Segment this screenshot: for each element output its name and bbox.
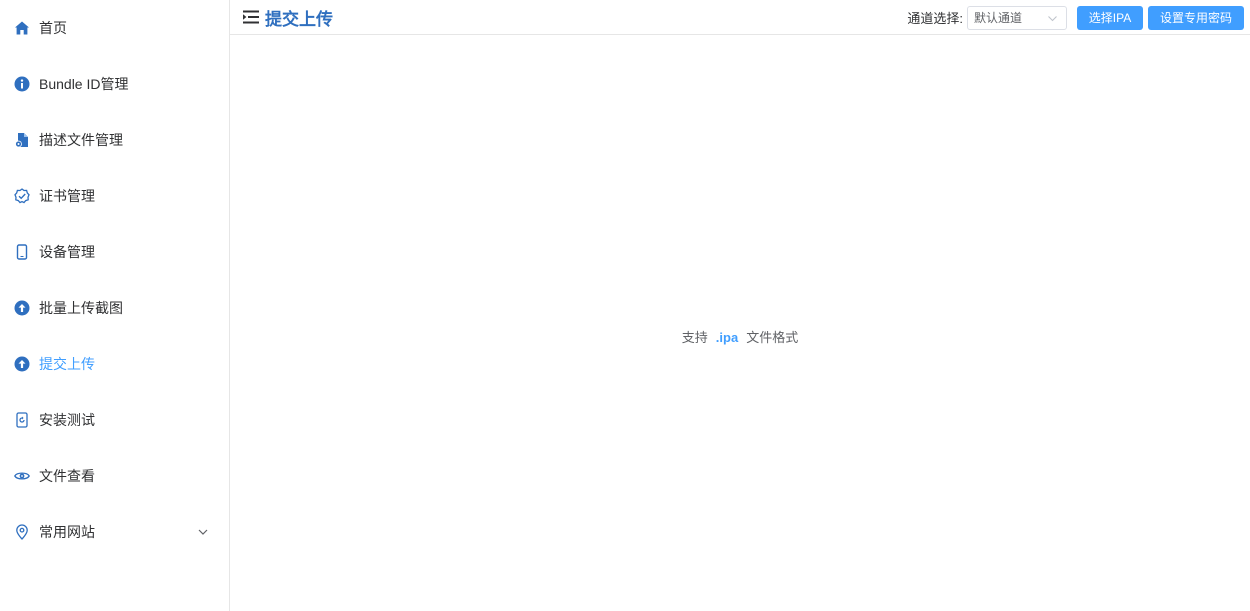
sidebar-item-device[interactable]: 设备管理: [0, 224, 229, 280]
page-title: 提交上传: [265, 9, 333, 29]
sidebar-item-label: 描述文件管理: [39, 132, 123, 148]
location-icon: [14, 524, 30, 540]
sidebar-item-label: Bundle ID管理: [39, 76, 129, 92]
view-icon: [14, 468, 30, 484]
sidebar-item-submit-upload[interactable]: 提交上传: [0, 336, 229, 392]
channel-select-value: 默认通道: [974, 11, 1023, 25]
home-icon: [14, 20, 30, 36]
main-content: 支持 .ipa 文件格式: [230, 35, 1250, 611]
support-extension: .ipa: [715, 330, 739, 345]
sidebar-item-label: 文件查看: [39, 468, 95, 484]
sidebar-item-common-sites[interactable]: 常用网站: [0, 504, 229, 560]
chevron-down-icon[interactable]: [197, 526, 209, 538]
upload-circle-icon: [14, 356, 30, 372]
support-suffix: 文件格式: [746, 330, 799, 345]
set-password-button[interactable]: 设置专用密码: [1148, 5, 1244, 30]
sidebar-item-certificate[interactable]: 证书管理: [0, 168, 229, 224]
sidebar-item-label: 常用网站: [39, 524, 95, 540]
support-prefix: 支持: [681, 330, 708, 345]
sidebar-item-label: 批量上传截图: [39, 300, 123, 316]
select-ipa-button[interactable]: 选择IPA: [1077, 5, 1143, 30]
sidebar: 首页 Bundle ID管理 描述文件管理 证书管理 设备管理 批量上传截图 提…: [0, 0, 230, 611]
sidebar-item-file-view[interactable]: 文件查看: [0, 448, 229, 504]
sidebar-item-batch-screenshot[interactable]: 批量上传截图: [0, 280, 229, 336]
sidebar-item-label: 提交上传: [39, 356, 95, 372]
document-gear-icon: [14, 132, 30, 148]
phone-icon: [14, 244, 30, 260]
sidebar-item-label: 首页: [39, 20, 67, 36]
sidebar-item-bundle-id[interactable]: Bundle ID管理: [0, 56, 229, 112]
app-window: 首页 Bundle ID管理 描述文件管理 证书管理 设备管理 批量上传截图 提…: [0, 0, 1250, 611]
menu-collapse-icon[interactable]: [242, 9, 260, 25]
sidebar-item-install-test[interactable]: 安装测试: [0, 392, 229, 448]
install-icon: [14, 412, 30, 428]
upload-drop-hint[interactable]: 支持 .ipa 文件格式: [230, 327, 1250, 346]
top-header: 提交上传 通道选择: 默认通道 选择IPA 设置专用密码: [230, 0, 1250, 35]
badge-check-icon: [14, 188, 30, 204]
channel-label: 通道选择:: [907, 11, 963, 26]
upload-circle-icon: [14, 300, 30, 316]
sidebar-item-profile[interactable]: 描述文件管理: [0, 112, 229, 168]
sidebar-item-label: 设备管理: [39, 244, 95, 260]
sidebar-item-label: 安装测试: [39, 412, 95, 428]
header-actions: 通道选择: 默认通道 选择IPA 设置专用密码: [907, 0, 1244, 35]
chevron-down-icon: [1047, 13, 1058, 24]
sidebar-item-label: 证书管理: [39, 188, 95, 204]
channel-select[interactable]: 默认通道: [967, 5, 1067, 30]
info-icon: [14, 76, 30, 92]
sidebar-item-home[interactable]: 首页: [0, 0, 229, 56]
